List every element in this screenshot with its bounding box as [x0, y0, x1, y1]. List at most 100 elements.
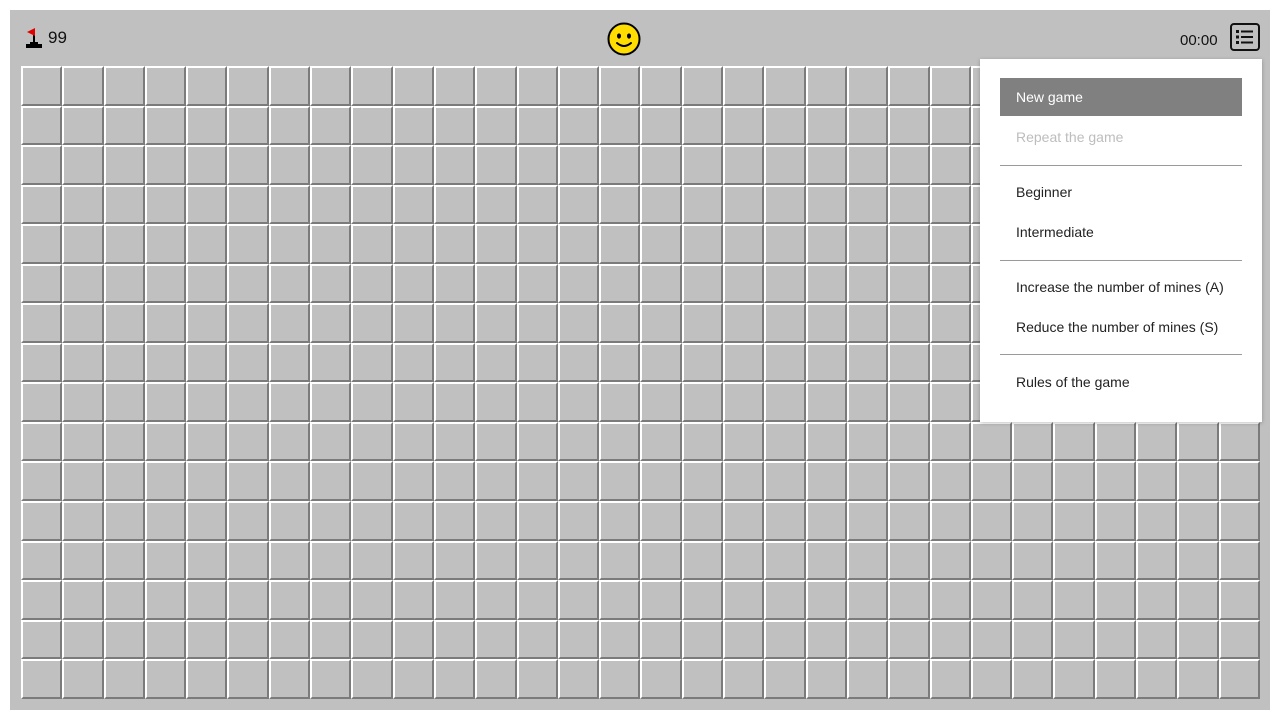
minefield-cell[interactable]: [186, 540, 228, 581]
minefield-cell[interactable]: [1218, 421, 1260, 462]
minefield-cell[interactable]: [805, 501, 847, 541]
minefield-cell[interactable]: [1177, 461, 1219, 502]
minefield-cell[interactable]: [723, 105, 765, 146]
minefield-cell[interactable]: [888, 145, 930, 185]
minefield-cell[interactable]: [1053, 540, 1095, 581]
minefield-cell[interactable]: [970, 619, 1013, 660]
minefield-cell[interactable]: [433, 184, 476, 225]
minefield-cell[interactable]: [227, 184, 269, 225]
minefield-cell[interactable]: [475, 303, 517, 343]
minefield-cell[interactable]: [1053, 461, 1095, 502]
minefield-cell[interactable]: [351, 619, 393, 660]
minefield-cell[interactable]: [1218, 580, 1260, 620]
minefield-cell[interactable]: [805, 66, 847, 106]
minefield-cell[interactable]: [144, 540, 187, 581]
minefield-cell[interactable]: [681, 501, 724, 541]
minefield-cell[interactable]: [227, 66, 269, 106]
minefield-cell[interactable]: [681, 303, 724, 343]
minefield-cell[interactable]: [1218, 501, 1260, 541]
minefield-cell[interactable]: [516, 303, 558, 343]
minefield-cell[interactable]: [227, 619, 269, 660]
minefield-cell[interactable]: [392, 184, 434, 225]
minefield-cell[interactable]: [186, 105, 228, 146]
minefield-cell[interactable]: [433, 461, 476, 502]
minefield-cell[interactable]: [805, 461, 847, 502]
minefield-cell[interactable]: [310, 540, 352, 581]
minefield-cell[interactable]: [764, 224, 806, 264]
minefield-cell[interactable]: [1012, 461, 1054, 502]
minefield-cell[interactable]: [103, 659, 145, 699]
menu-item-reduce-mines[interactable]: Reduce the number of mines (S): [1000, 308, 1242, 346]
minefield-cell[interactable]: [186, 659, 228, 699]
minefield-cell[interactable]: [516, 580, 558, 620]
minefield-cell[interactable]: [475, 145, 517, 185]
minefield-cell[interactable]: [310, 145, 352, 185]
minefield-cell[interactable]: [268, 66, 311, 106]
minefield-cell[interactable]: [144, 303, 187, 343]
minefield-cell[interactable]: [1094, 540, 1137, 581]
minefield-cell[interactable]: [640, 263, 682, 304]
minefield-cell[interactable]: [1012, 421, 1054, 462]
minefield-cell[interactable]: [21, 382, 63, 422]
minefield-cell[interactable]: [433, 342, 476, 383]
minefield-cell[interactable]: [516, 461, 558, 502]
minefield-cell[interactable]: [640, 659, 682, 699]
minefield-cell[interactable]: [764, 580, 806, 620]
minefield-cell[interactable]: [268, 421, 311, 462]
minefield-cell[interactable]: [103, 66, 145, 106]
minefield-cell[interactable]: [433, 145, 476, 185]
minefield-cell[interactable]: [144, 580, 187, 620]
minefield-cell[interactable]: [764, 105, 806, 146]
minefield-cell[interactable]: [1094, 580, 1137, 620]
minefield-cell[interactable]: [640, 342, 682, 383]
minefield-cell[interactable]: [640, 184, 682, 225]
minefield-cell[interactable]: [764, 263, 806, 304]
minefield-cell[interactable]: [475, 342, 517, 383]
minefield-cell[interactable]: [1136, 580, 1178, 620]
minefield-cell[interactable]: [888, 580, 930, 620]
minefield-cell[interactable]: [1094, 619, 1137, 660]
minefield-cell[interactable]: [227, 461, 269, 502]
minefield-cell[interactable]: [433, 421, 476, 462]
minefield-cell[interactable]: [103, 461, 145, 502]
minefield-cell[interactable]: [433, 66, 476, 106]
minefield-cell[interactable]: [764, 342, 806, 383]
minefield-cell[interactable]: [310, 303, 352, 343]
menu-item-new-game[interactable]: New game: [1000, 78, 1242, 116]
minefield-cell[interactable]: [805, 540, 847, 581]
minefield-cell[interactable]: [929, 303, 971, 343]
menu-item-beginner[interactable]: Beginner: [1000, 173, 1242, 211]
menu-item-increase-mines[interactable]: Increase the number of mines (A): [1000, 268, 1242, 306]
minefield-cell[interactable]: [1177, 619, 1219, 660]
minefield-cell[interactable]: [186, 145, 228, 185]
minefield-cell[interactable]: [310, 224, 352, 264]
minefield-cell[interactable]: [103, 382, 145, 422]
minefield-cell[interactable]: [186, 184, 228, 225]
minefield-cell[interactable]: [1094, 421, 1137, 462]
minefield-cell[interactable]: [846, 303, 889, 343]
minefield-cell[interactable]: [681, 580, 724, 620]
minefield-cell[interactable]: [557, 105, 600, 146]
minefield-cell[interactable]: [103, 263, 145, 304]
minefield-cell[interactable]: [62, 540, 104, 581]
minefield-cell[interactable]: [186, 619, 228, 660]
minefield-cell[interactable]: [888, 303, 930, 343]
minefield-cell[interactable]: [723, 342, 765, 383]
minefield-cell[interactable]: [475, 105, 517, 146]
minefield-cell[interactable]: [764, 659, 806, 699]
minefield-cell[interactable]: [805, 580, 847, 620]
minefield-cell[interactable]: [557, 501, 600, 541]
minefield-cell[interactable]: [392, 580, 434, 620]
minefield-cell[interactable]: [62, 66, 104, 106]
minefield-cell[interactable]: [186, 580, 228, 620]
minefield-cell[interactable]: [723, 580, 765, 620]
minefield-cell[interactable]: [805, 303, 847, 343]
minefield-cell[interactable]: [640, 145, 682, 185]
minefield-cell[interactable]: [888, 224, 930, 264]
minefield-cell[interactable]: [144, 342, 187, 383]
minefield-cell[interactable]: [62, 184, 104, 225]
minefield-cell[interactable]: [351, 342, 393, 383]
minefield-cell[interactable]: [392, 501, 434, 541]
minefield-cell[interactable]: [805, 184, 847, 225]
minefield-cell[interactable]: [846, 421, 889, 462]
